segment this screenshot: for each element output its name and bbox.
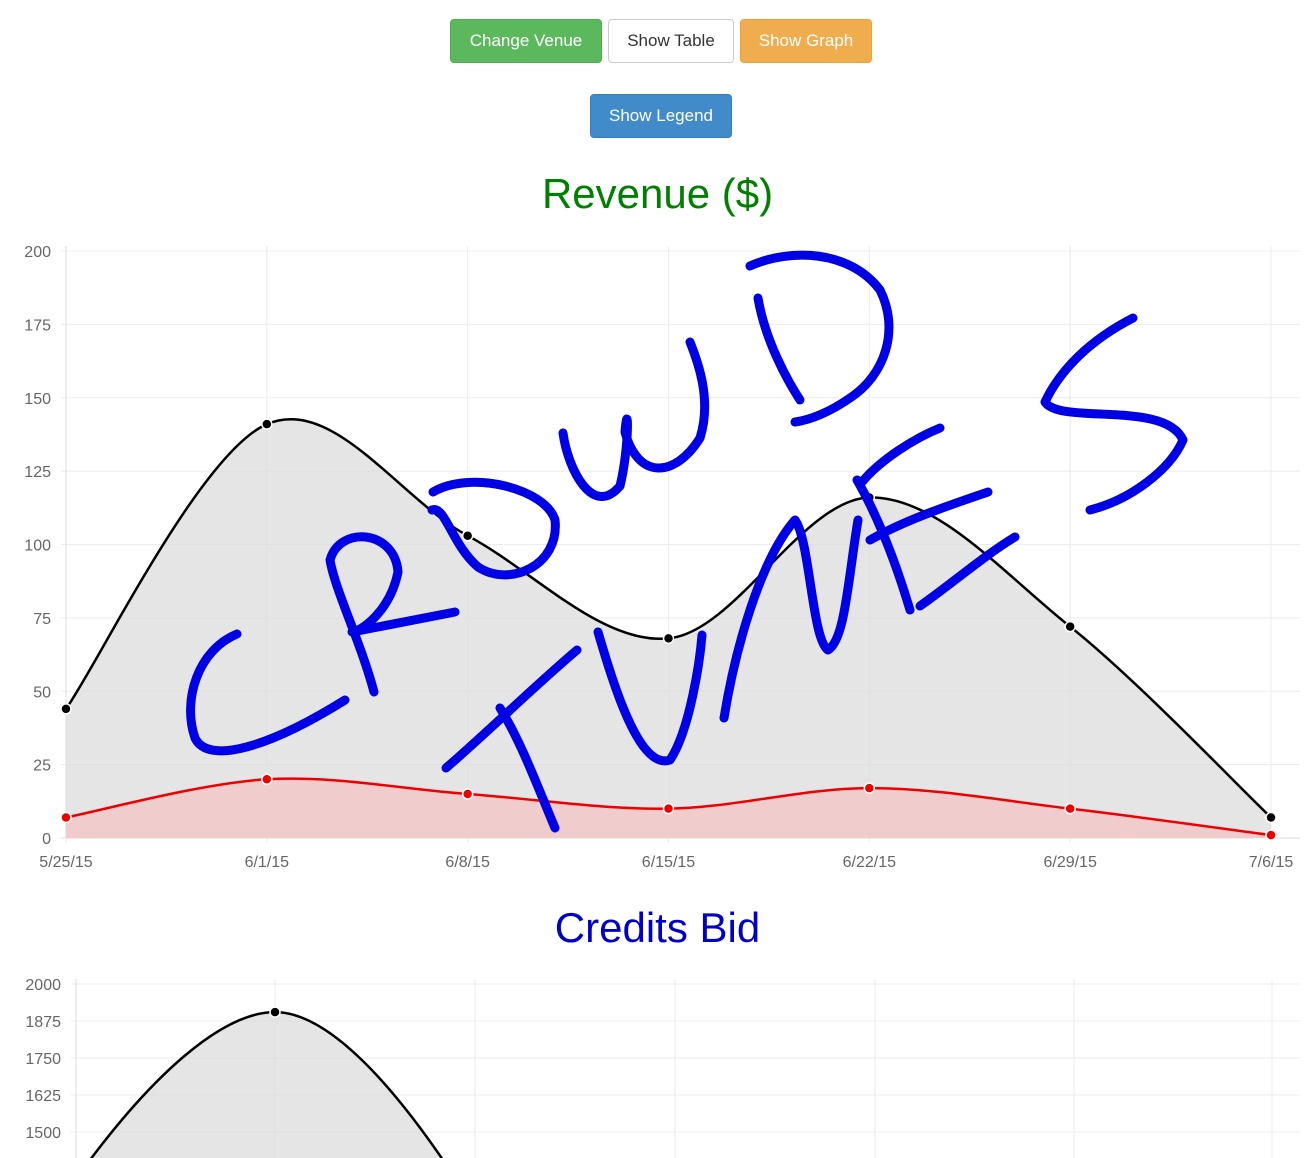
data-point <box>1064 620 1076 633</box>
x-tick-label: 7/6/15 <box>1249 854 1294 871</box>
y-tick-label: 125 <box>24 464 51 481</box>
y-tick-label: 200 <box>24 244 51 261</box>
x-tick-label: 6/1/15 <box>245 854 290 871</box>
data-point <box>461 529 474 542</box>
y-tick-label: 100 <box>24 538 51 555</box>
y-tick-label: 1500 <box>25 1125 61 1142</box>
watermark-letter-d <box>745 250 894 427</box>
y-tick-label: 150 <box>24 391 51 408</box>
y-tick-label: 50 <box>33 684 51 701</box>
data-point <box>1064 802 1076 815</box>
data-point <box>261 418 273 430</box>
data-point <box>863 782 876 794</box>
y-tick-label: 1625 <box>25 1088 61 1105</box>
x-tick-label: 6/8/15 <box>445 854 490 871</box>
data-point <box>261 773 273 786</box>
x-tick-label: 6/29/15 <box>1043 854 1096 871</box>
y-tick-label: 2000 <box>25 977 61 994</box>
watermark-letter-s <box>1040 313 1188 515</box>
y-tick-label: 25 <box>33 758 51 775</box>
y-tick-label: 175 <box>24 317 51 334</box>
x-tick-label: 6/22/15 <box>843 854 896 871</box>
series-area <box>91 1012 442 1158</box>
credits-bid-chart: 2000 1875 1750 1625 1500 <box>25 977 1300 1158</box>
y-tick-label: 75 <box>33 611 51 628</box>
y-tick-label: 0 <box>42 831 51 848</box>
data-point <box>60 703 72 715</box>
y-tick-label: 1750 <box>25 1051 61 1068</box>
data-point <box>1265 811 1277 824</box>
data-point <box>662 632 675 645</box>
data-point <box>662 802 675 815</box>
y-tick-label: 1875 <box>25 1014 61 1031</box>
data-point <box>269 1006 281 1018</box>
charts-canvas: 0 25 50 75 100 125 150 175 200 5/25/15 6/1/15 6/8/1… <box>24 244 1300 1158</box>
data-point <box>60 811 72 824</box>
data-point <box>1265 829 1277 841</box>
x-tick-label: 6/15/15 <box>642 854 695 871</box>
watermark-letter-w <box>558 337 710 501</box>
revenue-chart: 0 25 50 75 100 125 150 175 200 5/25/15 6/1/15 6/8/1… <box>24 244 1300 871</box>
data-point <box>461 788 474 800</box>
x-tick-label: 5/25/15 <box>39 854 92 871</box>
